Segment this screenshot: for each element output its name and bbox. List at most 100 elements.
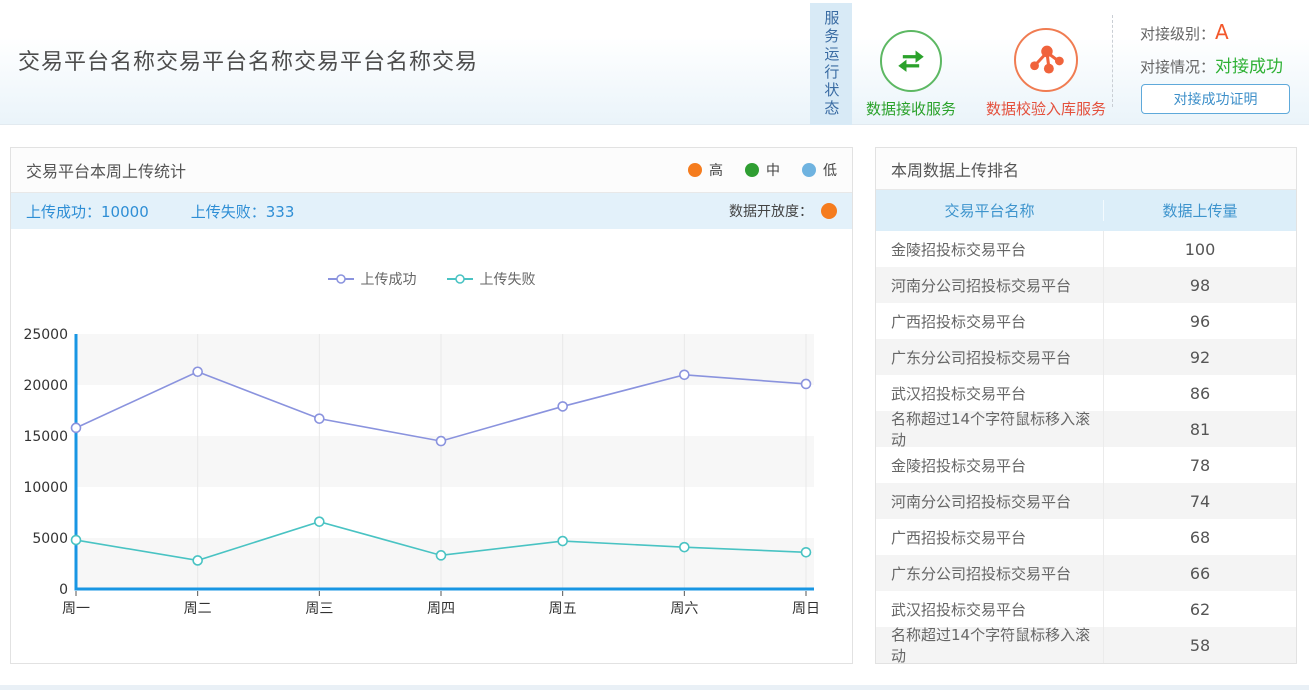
ranking-title: 本周数据上传排名 — [891, 157, 1019, 181]
tab-service-run-status[interactable]: 服务运行状态 — [810, 3, 852, 125]
upload-amount-cell: 74 — [1104, 483, 1296, 519]
upload-success-stat: 上传成功：10000 — [26, 201, 149, 222]
chart-legend-label: 上传成功 — [361, 269, 417, 289]
svg-text:周四: 周四 — [427, 601, 455, 617]
ranking-table-body: 金陵招投标交易平台100河南分公司招投标交易平台98广西招投标交易平台96广东分… — [876, 231, 1296, 663]
table-row[interactable]: 河南分公司招投标交易平台74 — [876, 483, 1296, 519]
docking-status-value: 对接成功 — [1215, 52, 1283, 77]
priority-legend-item: 中 — [745, 160, 780, 180]
svg-text:周六: 周六 — [670, 601, 698, 617]
platform-name-cell[interactable]: 广西招投标交易平台 — [876, 519, 1104, 555]
platform-name-cell[interactable]: 金陵招投标交易平台 — [876, 231, 1104, 267]
upload-stats-panel: 交易平台本周上传统计 高 中 低 上传成功：10000 上传失败：333 数据开放度… — [10, 147, 853, 664]
priority-legend-item: 低 — [802, 160, 837, 180]
docking-status-label: 对接情况： — [1140, 56, 1215, 77]
legend-label: 中 — [766, 160, 780, 180]
upload-amount-cell: 96 — [1104, 303, 1296, 339]
stats-bar: 上传成功：10000 上传失败：333 数据开放度： — [11, 193, 852, 229]
chart-legend-label: 上传失败 — [480, 269, 536, 289]
service-data-validate-store-label: 数据校验入库服务 — [980, 98, 1112, 119]
platform-name-cell[interactable]: 名称超过14个字符鼠标移入滚动 — [876, 411, 1104, 447]
chart-legend-item[interactable]: 上传成功 — [328, 269, 417, 289]
table-row[interactable]: 金陵招投标交易平台100 — [876, 231, 1296, 267]
svg-text:25000: 25000 — [23, 327, 68, 343]
priority-legend-item: 高 — [688, 160, 723, 180]
page-title: 交易平台名称交易平台名称交易平台名称交易 — [18, 44, 478, 76]
openness-dot-icon — [821, 203, 837, 219]
platform-name-cell[interactable]: 名称超过14个字符鼠标移入滚动 — [876, 627, 1104, 663]
chart-legend-item[interactable]: 上传失败 — [447, 269, 536, 289]
platform-name-cell[interactable]: 河南分公司招投标交易平台 — [876, 267, 1104, 303]
line-chart: 周一 周二 周三 周四 周五 周六 周日 0 5000 10000 15000 20000 25000 — [11, 289, 852, 629]
platform-name-cell[interactable]: 广西招投标交易平台 — [876, 303, 1104, 339]
docking-level-label: 对接级别： — [1140, 23, 1215, 44]
platform-name-cell[interactable]: 广东分公司招投标交易平台 — [876, 555, 1104, 591]
upload-amount-cell: 98 — [1104, 267, 1296, 303]
svg-text:20000: 20000 — [23, 378, 68, 394]
table-row[interactable]: 武汉招投标交易平台86 — [876, 375, 1296, 411]
table-row[interactable]: 广西招投标交易平台96 — [876, 303, 1296, 339]
upload-amount-cell: 100 — [1104, 231, 1296, 267]
upload-amount-cell: 58 — [1104, 627, 1296, 663]
docking-level-value: A — [1215, 20, 1229, 44]
svg-text:5000: 5000 — [32, 531, 68, 547]
share-network-icon — [1014, 28, 1078, 92]
svg-text:周一: 周一 — [62, 601, 90, 617]
chart-legend: 上传成功 上传失败 — [11, 269, 852, 289]
dashboard: 交易平台名称交易平台名称交易平台名称交易 服务运行状态 数据接收服务 — [0, 0, 1309, 690]
priority-legend: 高中低 — [688, 160, 837, 180]
table-row[interactable]: 金陵招投标交易平台78 — [876, 447, 1296, 483]
upload-stats-title: 交易平台本周上传统计 — [26, 158, 186, 182]
platform-name-cell[interactable]: 河南分公司招投标交易平台 — [876, 483, 1104, 519]
upload-amount-cell: 81 — [1104, 411, 1296, 447]
platform-name-cell[interactable]: 武汉招投标交易平台 — [876, 375, 1104, 411]
upload-fail-stat: 上传失败：333 — [191, 201, 295, 222]
table-row[interactable]: 广西招投标交易平台68 — [876, 519, 1296, 555]
page-header: 交易平台名称交易平台名称交易平台名称交易 服务运行状态 数据接收服务 — [0, 0, 1309, 125]
svg-text:周二: 周二 — [184, 601, 212, 617]
docking-success-proof-button[interactable]: 对接成功证明 — [1141, 84, 1290, 114]
data-openness-label: 数据开放度： — [729, 201, 813, 221]
column-platform-name: 交易平台名称 — [876, 200, 1104, 221]
column-upload-amount: 数据上传量 — [1104, 200, 1296, 221]
legend-label: 高 — [709, 160, 723, 180]
upload-amount-cell: 66 — [1104, 555, 1296, 591]
service-data-receive: 数据接收服务 — [856, 30, 966, 119]
footer-bar — [0, 685, 1309, 690]
svg-text:15000: 15000 — [23, 429, 68, 445]
upload-amount-cell: 86 — [1104, 375, 1296, 411]
platform-name-cell[interactable]: 金陵招投标交易平台 — [876, 447, 1104, 483]
svg-text:周三: 周三 — [305, 601, 333, 617]
ranking-table-header: 交易平台名称 数据上传量 — [876, 190, 1296, 231]
svg-text:周五: 周五 — [549, 601, 577, 617]
table-row[interactable]: 名称超过14个字符鼠标移入滚动81 — [876, 411, 1296, 447]
svg-text:10000: 10000 — [23, 480, 68, 496]
legend-dot-icon — [745, 163, 759, 177]
upload-amount-cell: 78 — [1104, 447, 1296, 483]
table-row[interactable]: 广东分公司招投标交易平台92 — [876, 339, 1296, 375]
legend-dot-icon — [688, 163, 702, 177]
upload-amount-cell: 62 — [1104, 591, 1296, 627]
svg-text:周日: 周日 — [792, 601, 820, 617]
upload-amount-cell: 92 — [1104, 339, 1296, 375]
series-marker-icon — [328, 274, 354, 284]
header-divider — [1112, 15, 1113, 107]
platform-name-cell[interactable]: 广东分公司招投标交易平台 — [876, 339, 1104, 375]
weekly-upload-chart: 上传成功 上传失败 周一 周二 周三 周四 周五 周六 周日 0 5000 10000 15000 20… — [11, 229, 852, 664]
table-row[interactable]: 武汉招投标交易平台62 — [876, 591, 1296, 627]
svg-text:0: 0 — [59, 582, 68, 598]
table-row[interactable]: 河南分公司招投标交易平台98 — [876, 267, 1296, 303]
docking-info: 对接级别： A 对接情况： 对接成功 — [1140, 20, 1300, 85]
platform-name-cell[interactable]: 武汉招投标交易平台 — [876, 591, 1104, 627]
upload-amount-cell: 68 — [1104, 519, 1296, 555]
legend-label: 低 — [823, 160, 837, 180]
data-openness: 数据开放度： — [729, 201, 837, 221]
legend-dot-icon — [802, 163, 816, 177]
table-row[interactable]: 广东分公司招投标交易平台66 — [876, 555, 1296, 591]
service-data-receive-label: 数据接收服务 — [856, 98, 966, 119]
transfer-arrows-icon — [880, 30, 942, 92]
ranking-panel: 本周数据上传排名 交易平台名称 数据上传量 金陵招投标交易平台100河南分公司招… — [875, 147, 1297, 664]
series-marker-icon — [447, 274, 473, 284]
service-data-validate-store: 数据校验入库服务 — [980, 28, 1112, 119]
table-row[interactable]: 名称超过14个字符鼠标移入滚动58 — [876, 627, 1296, 663]
